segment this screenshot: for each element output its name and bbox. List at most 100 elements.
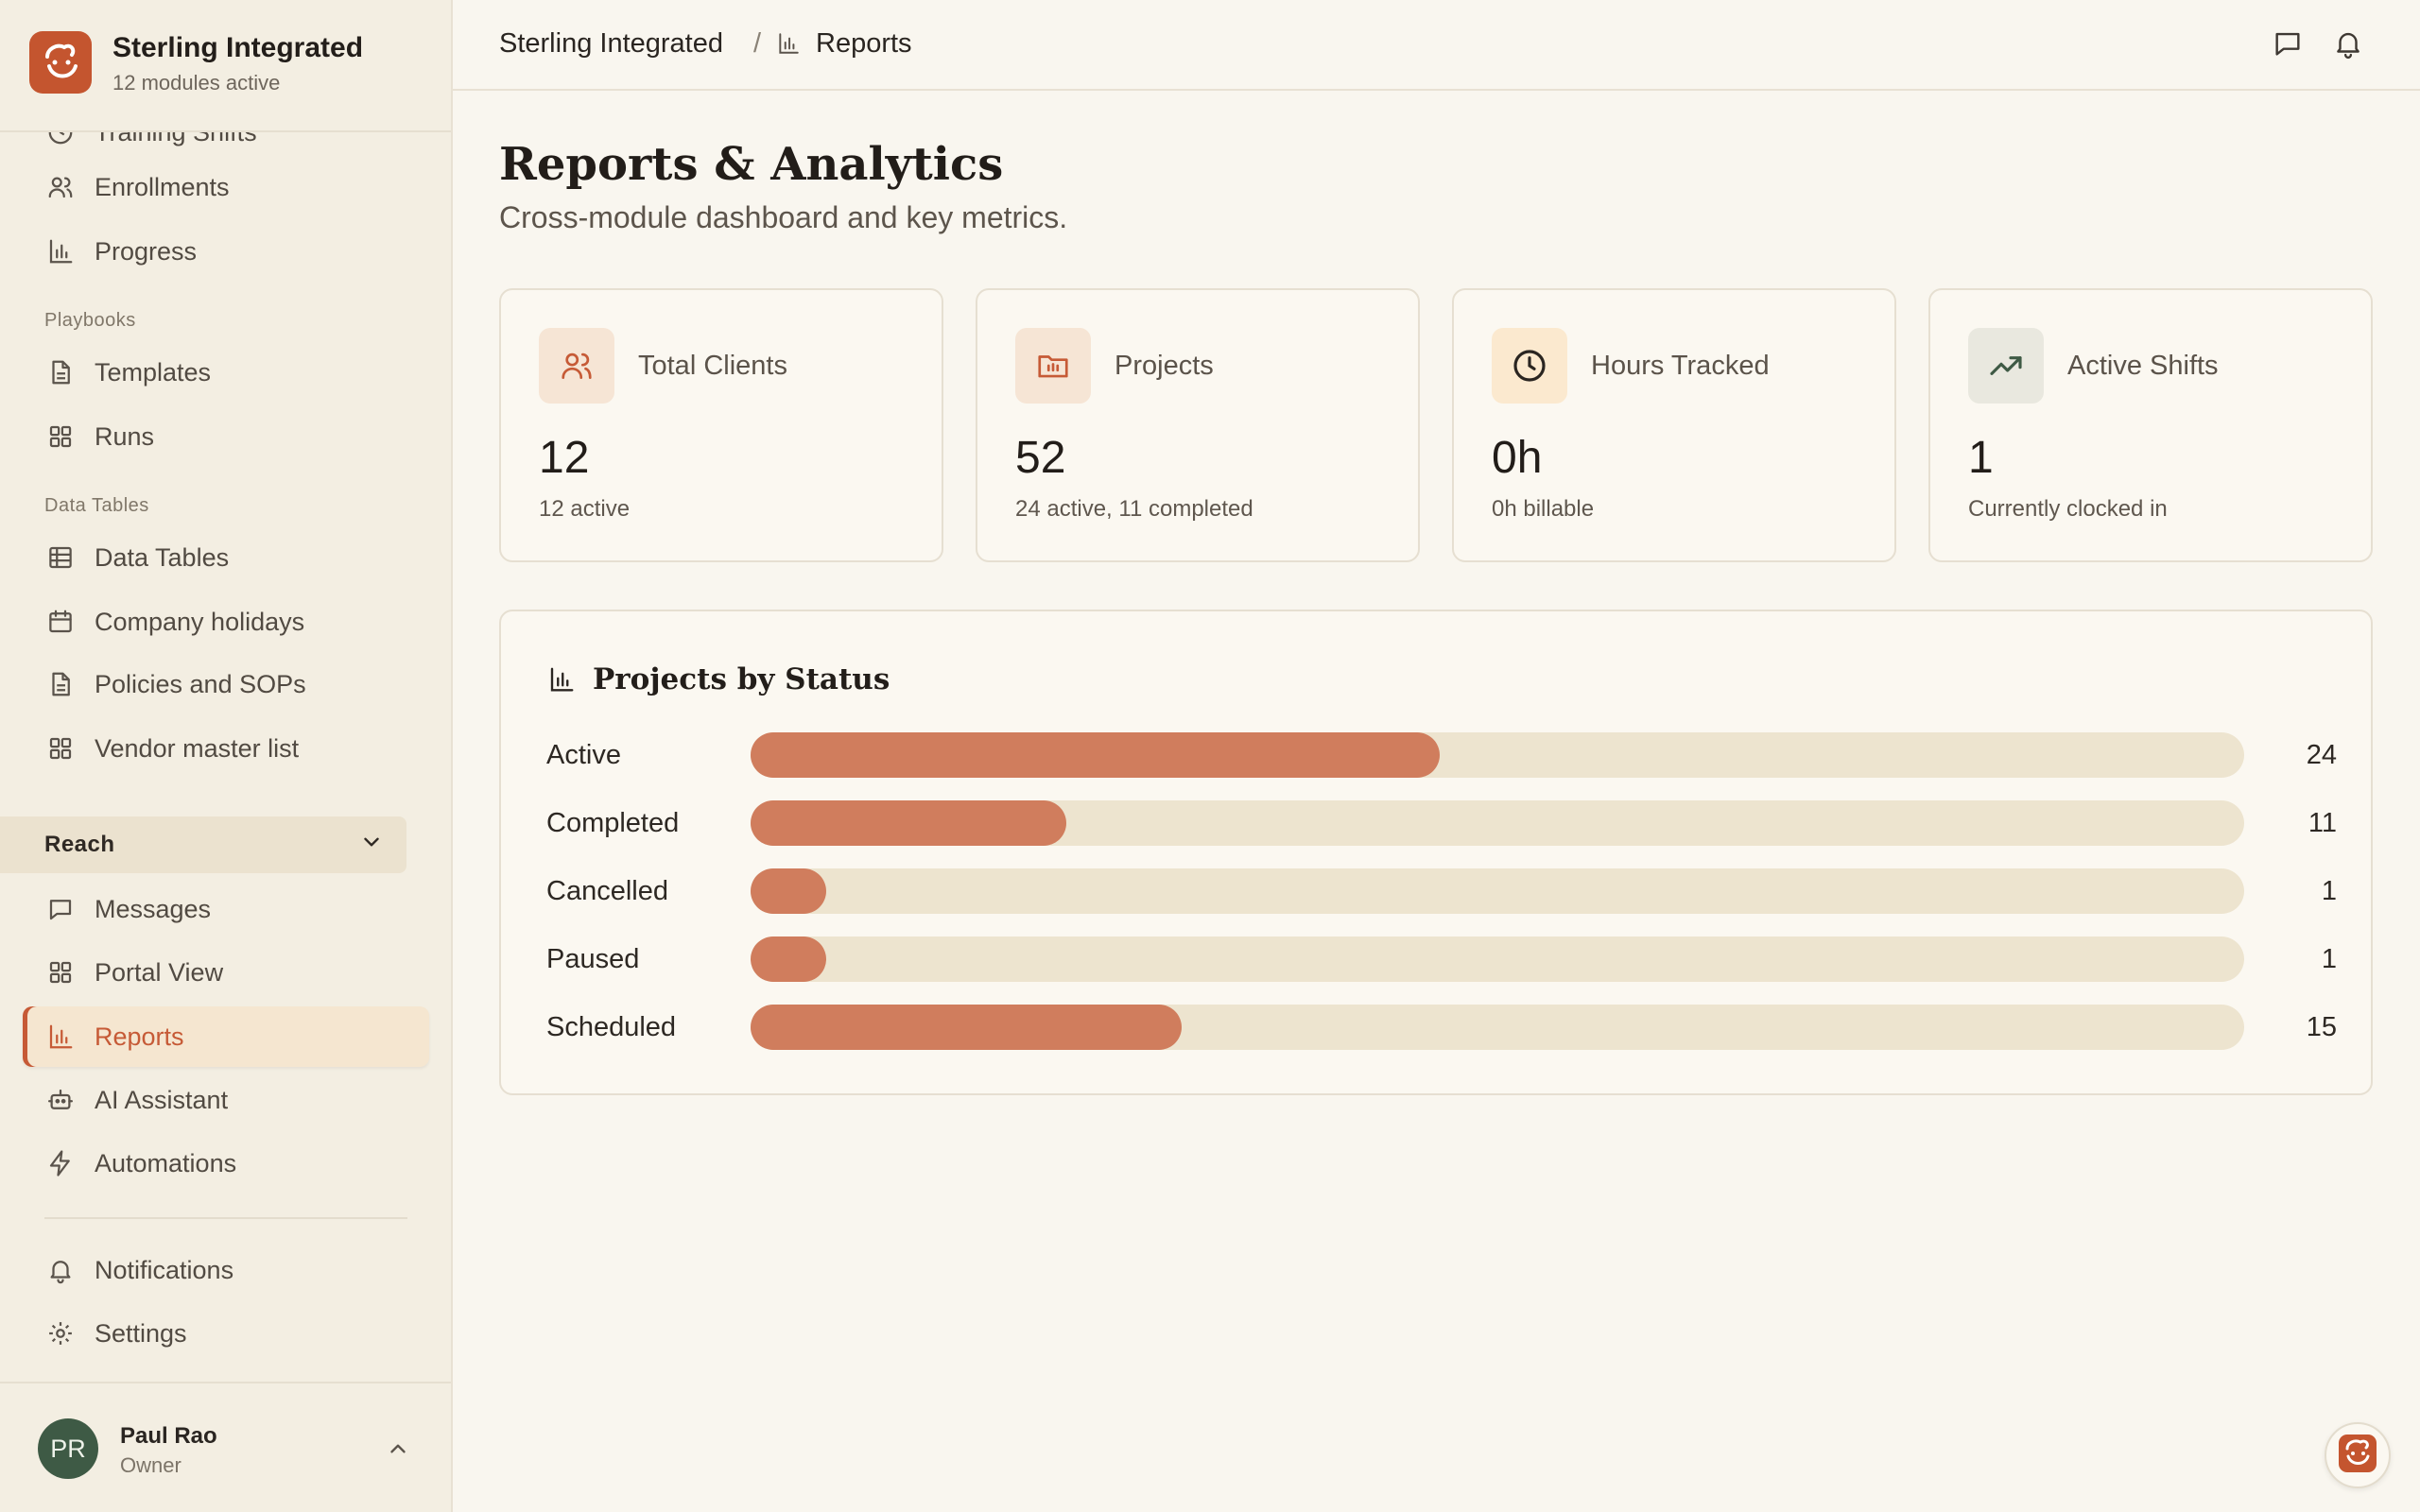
nav-group-reach-toggle[interactable]: Reach bbox=[0, 816, 406, 873]
status-bar-row: Completed 11 bbox=[546, 800, 2337, 848]
status-bar-fill bbox=[751, 868, 826, 914]
sidebar-item-label: Messages bbox=[95, 894, 212, 923]
sidebar-item-automations[interactable]: Automations bbox=[23, 1137, 429, 1190]
bar-chart-icon bbox=[546, 664, 577, 695]
brand-header[interactable]: Sterling Integrated 12 modules active bbox=[0, 0, 451, 132]
sidebar-item-policies-and-sops[interactable]: Policies and SOPs bbox=[23, 658, 429, 711]
sidebar-item-enrollments[interactable]: Enrollments bbox=[23, 161, 429, 214]
grid-icon bbox=[45, 957, 76, 988]
nav-group-label: Reach bbox=[44, 832, 115, 857]
bar-chart-icon bbox=[774, 29, 803, 58]
sidebar-item-portal-view[interactable]: Portal View bbox=[23, 946, 429, 999]
status-bar-value: 1 bbox=[2321, 944, 2337, 974]
sidebar-item-training-shifts[interactable]: Training Shifts bbox=[23, 132, 429, 159]
status-bar-row: Scheduled 15 bbox=[546, 1005, 2337, 1052]
sidebar-item-settings[interactable]: Settings bbox=[23, 1307, 429, 1360]
brand-logo-icon bbox=[2337, 1433, 2378, 1479]
chevron-down-icon bbox=[359, 830, 384, 861]
sidebar-item-label: AI Assistant bbox=[95, 1085, 229, 1114]
document-icon bbox=[45, 357, 76, 387]
sidebar-item-label: Policies and SOPs bbox=[95, 669, 306, 698]
notifications-button[interactable] bbox=[2329, 26, 2367, 64]
bar-chart-icon bbox=[45, 236, 76, 266]
sidebar-item-label: Data Tables bbox=[95, 542, 230, 572]
message-icon bbox=[45, 894, 76, 924]
stat-value: 0h bbox=[1492, 433, 1543, 483]
trending-up-icon bbox=[1968, 328, 2044, 404]
stat-value: 1 bbox=[1968, 433, 1994, 483]
sidebar-nav: Training Shifts Enrollments Progress Pla… bbox=[0, 132, 451, 1380]
document-icon bbox=[45, 669, 76, 699]
status-bar-fill bbox=[751, 936, 826, 982]
sidebar-item-label: Progress bbox=[95, 236, 198, 266]
sidebar-item-company-holidays[interactable]: Company holidays bbox=[23, 595, 429, 648]
sidebar-item-vendor-master-list[interactable]: Vendor master list bbox=[23, 722, 429, 775]
breadcrumb-separator: / bbox=[753, 28, 762, 59]
stat-card-active-shifts: Active Shifts 1 Currently clocked in bbox=[1928, 288, 2373, 562]
status-bar-row: Active 24 bbox=[546, 732, 2337, 780]
user-name: Paul Rao bbox=[120, 1423, 217, 1449]
chevron-up-icon[interactable] bbox=[382, 1433, 414, 1465]
page-title: Reports & Analytics bbox=[499, 138, 1004, 191]
stat-note: 0h billable bbox=[1492, 496, 1595, 522]
sidebar-item-reports[interactable]: Reports bbox=[23, 1006, 429, 1067]
sidebar-item-label: Templates bbox=[95, 357, 212, 387]
users-icon bbox=[539, 328, 614, 404]
sidebar-item-templates[interactable]: Templates bbox=[23, 346, 429, 399]
stat-label: Active Shifts bbox=[2067, 351, 2219, 381]
status-bar-value: 11 bbox=[2308, 808, 2337, 838]
brand-subtitle: 12 modules active bbox=[112, 71, 281, 94]
stat-card-projects: Projects 52 24 active, 11 completed bbox=[976, 288, 1420, 562]
stat-card-hours-tracked: Hours Tracked 0h 0h billable bbox=[1452, 288, 1896, 562]
top-bar: Sterling Integrated / Reports bbox=[453, 0, 2420, 91]
status-bar-value: 24 bbox=[2306, 740, 2337, 770]
sidebar-item-label: Runs bbox=[95, 421, 155, 451]
status-bar-label: Paused bbox=[546, 944, 640, 974]
sidebar-item-label: Settings bbox=[95, 1318, 187, 1348]
avatar: PR bbox=[38, 1418, 98, 1479]
breadcrumb-current: Reports bbox=[816, 28, 912, 59]
message-icon bbox=[2272, 27, 2304, 64]
stat-label: Hours Tracked bbox=[1591, 351, 1770, 381]
sidebar-item-runs[interactable]: Runs bbox=[23, 410, 429, 463]
sidebar-item-label: Notifications bbox=[95, 1255, 234, 1284]
brand-title: Sterling Integrated bbox=[112, 32, 364, 63]
sidebar: Sterling Integrated 12 modules active Tr… bbox=[0, 0, 453, 1512]
status-bar-fill bbox=[751, 732, 1441, 778]
section-data-tables: Data Tables bbox=[44, 495, 149, 516]
sidebar-item-label: Training Shifts bbox=[95, 132, 257, 147]
status-bar-value: 15 bbox=[2306, 1012, 2337, 1042]
calendar-icon bbox=[45, 607, 76, 637]
section-playbooks: Playbooks bbox=[44, 310, 136, 331]
panel-title: Projects by Status bbox=[593, 662, 890, 696]
user-role: Owner bbox=[120, 1453, 182, 1477]
status-bar-row: Cancelled 1 bbox=[546, 868, 2337, 916]
clock-icon bbox=[45, 132, 76, 147]
status-bar-track bbox=[751, 868, 2244, 914]
sidebar-item-ai-assistant[interactable]: AI Assistant bbox=[23, 1074, 429, 1126]
breadcrumb-root[interactable]: Sterling Integrated bbox=[499, 28, 723, 60]
table-icon bbox=[45, 542, 76, 573]
messages-button[interactable] bbox=[2269, 26, 2307, 64]
sidebar-item-notifications[interactable]: Notifications bbox=[23, 1244, 429, 1297]
status-bar-row: Paused 1 bbox=[546, 936, 2337, 984]
status-bar-track bbox=[751, 732, 2244, 778]
projects-by-status-panel: Projects by Status Active 24 Completed 11 Ca… bbox=[499, 610, 2373, 1095]
status-bar-label: Cancelled bbox=[546, 876, 668, 906]
status-bar-fill bbox=[751, 1005, 1182, 1050]
page-subtitle: Cross-module dashboard and key metrics. bbox=[499, 200, 1068, 234]
assistant-launcher-button[interactable] bbox=[2325, 1422, 2391, 1488]
gear-icon bbox=[45, 1318, 76, 1349]
brand-logo bbox=[29, 31, 92, 94]
sidebar-item-data-tables[interactable]: Data Tables bbox=[23, 531, 429, 584]
stat-note: 12 active bbox=[539, 496, 631, 522]
sidebar-item-progress[interactable]: Progress bbox=[23, 225, 429, 278]
status-bar-track bbox=[751, 936, 2244, 982]
user-profile[interactable]: PR Paul Rao Owner bbox=[0, 1382, 451, 1512]
folder-icon bbox=[1015, 328, 1091, 404]
status-bar-fill bbox=[751, 800, 1067, 846]
sidebar-item-messages[interactable]: Messages bbox=[23, 883, 429, 936]
bot-icon bbox=[45, 1085, 76, 1115]
sidebar-divider bbox=[44, 1217, 407, 1219]
sidebar-item-label: Enrollments bbox=[95, 172, 230, 201]
